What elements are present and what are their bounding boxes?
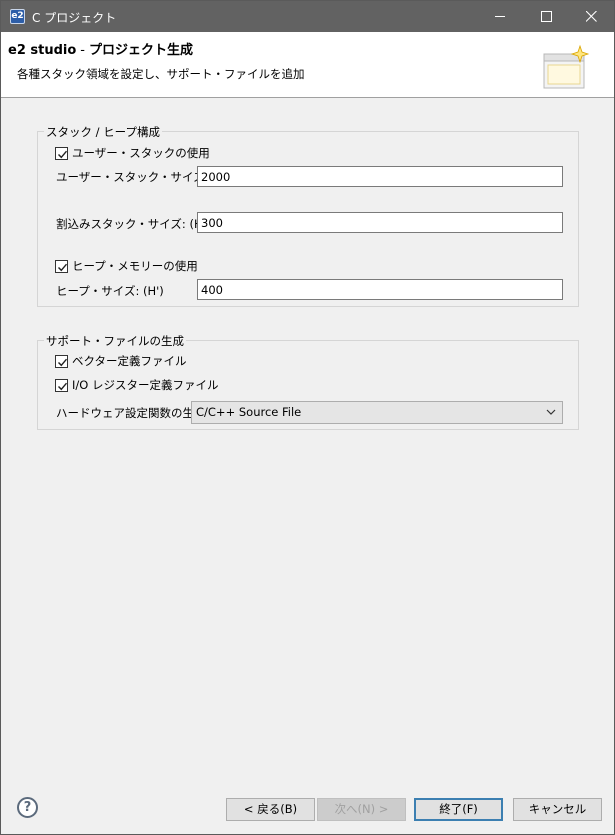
chevron-down-icon	[546, 409, 556, 415]
stack-heap-group: スタック / ヒープ構成 ユーザー・スタックの使用 ユーザー・スタック・サイズ:…	[37, 124, 579, 307]
hw-init-function-dropdown[interactable]: C/C++ Source File	[191, 401, 563, 424]
io-register-definition-label: I/O レジスター定義ファイル	[72, 378, 219, 392]
e2-studio-app-icon: e2	[10, 9, 25, 24]
close-button[interactable]	[568, 1, 614, 32]
maximize-button[interactable]	[523, 1, 569, 32]
wizard-banner: e2 studio - プロジェクト生成 各種スタック領域を設定し、サポート・ファイ…	[1, 32, 614, 98]
support-file-group-legend: サポート・ファイルの生成	[44, 333, 186, 349]
window-title: C プロジェクト	[32, 11, 117, 25]
page-name: プロジェクト生成	[89, 43, 194, 58]
hw-init-function-selected: C/C++ Source File	[196, 405, 302, 419]
checkbox-box[interactable]	[55, 146, 68, 160]
use-heap-checkbox[interactable]: ヒープ・メモリーの使用	[55, 258, 198, 274]
product-name: e2 studio	[8, 43, 77, 58]
support-file-group: サポート・ファイルの生成 ベクター定義ファイル I/O レジスター定義ファイル …	[37, 333, 579, 430]
checkmark-icon	[58, 263, 68, 271]
finish-button[interactable]: 終了(F)	[414, 798, 503, 821]
next-button[interactable]: 次へ(N) >	[317, 798, 406, 821]
new-wizard-icon	[543, 44, 590, 89]
help-icon[interactable]: ?	[17, 797, 38, 818]
wizard-window: e2 C プロジェクト e2 studio - プロジェクト生成 各種スタック領域を…	[0, 0, 615, 835]
checkbox-box[interactable]	[55, 354, 68, 368]
heap-size-input[interactable]	[197, 279, 563, 300]
minimize-icon	[495, 16, 505, 17]
interrupt-stack-size-input[interactable]	[197, 212, 563, 233]
checkmark-icon	[58, 358, 68, 366]
title-bar[interactable]: e2 C プロジェクト	[1, 1, 614, 32]
vector-definition-label: ベクター定義ファイル	[72, 354, 187, 368]
use-heap-label: ヒープ・メモリーの使用	[72, 259, 198, 273]
heap-size-label: ヒープ・サイズ: (H')	[56, 284, 164, 298]
stack-heap-group-legend: スタック / ヒープ構成	[44, 124, 162, 140]
maximize-icon	[541, 11, 552, 22]
back-button[interactable]: < 戻る(B)	[226, 798, 315, 821]
hw-init-function-label: ハードウェア設定関数の生成	[56, 406, 206, 420]
vector-definition-checkbox[interactable]: ベクター定義ファイル	[55, 353, 187, 369]
io-register-definition-checkbox[interactable]: I/O レジスター定義ファイル	[55, 377, 218, 393]
close-icon	[586, 11, 597, 22]
checkbox-box[interactable]	[55, 378, 68, 392]
title-separator: -	[80, 43, 85, 58]
checkbox-box[interactable]	[55, 259, 68, 273]
use-user-stack-checkbox[interactable]: ユーザー・スタックの使用	[55, 145, 210, 161]
checkmark-icon	[58, 382, 68, 390]
user-stack-size-input[interactable]	[197, 166, 563, 187]
minimize-button[interactable]	[477, 1, 523, 32]
page-title: e2 studio - プロジェクト生成	[8, 39, 193, 58]
use-user-stack-label: ユーザー・スタックの使用	[72, 146, 210, 160]
page-description: 各種スタック領域を設定し、サポート・ファイルを追加	[17, 67, 305, 81]
checkmark-icon	[58, 150, 68, 158]
interrupt-stack-size-label: 割込みスタック・サイズ: (H')	[56, 217, 211, 231]
cancel-button[interactable]: キャンセル	[513, 798, 602, 821]
